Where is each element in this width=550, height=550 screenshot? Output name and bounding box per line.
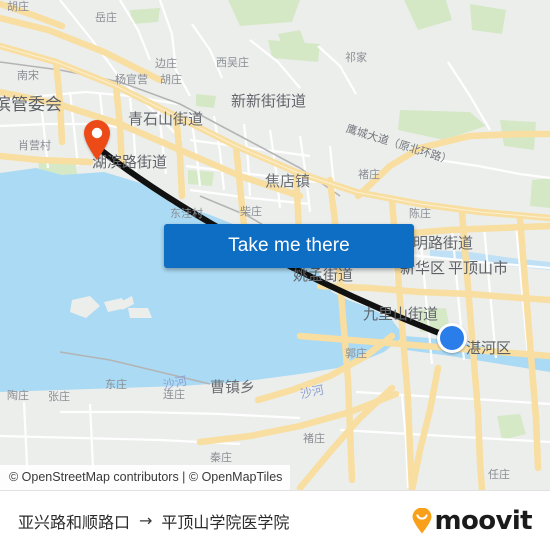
map-canvas[interactable]: 岳庄 胡庄 边庄 西吴庄 祁家 杨官营 胡庄 南宋 新新街街道 滨管委会 青石山街道 肖营村 湖滨路街道…	[0, 0, 550, 490]
destination-map-dot-icon[interactable]	[437, 323, 467, 353]
route-arrow-icon: →	[139, 511, 153, 530]
origin-map-pin-icon[interactable]	[82, 119, 112, 161]
moovit-wordmark: moovit	[434, 505, 532, 536]
dot-core	[440, 326, 464, 350]
route-summary: 亚兴路和顺路口 → 平顶山学院医学院	[18, 509, 289, 533]
footer-bar: 亚兴路和顺路口 → 平顶山学院医学院 moovit	[0, 490, 550, 550]
moovit-pin-icon	[411, 507, 433, 534]
map-attribution[interactable]: © OpenStreetMap contributors | © OpenMap…	[0, 465, 291, 490]
route-destination-label: 平顶山学院医学院	[161, 512, 290, 532]
moovit-logo[interactable]: moovit	[411, 505, 533, 536]
take-me-there-button[interactable]: Take me there	[164, 224, 414, 268]
moovit-route-map-screen: 岳庄 胡庄 边庄 西吴庄 祁家 杨官营 胡庄 南宋 新新街街道 滨管委会 青石山街道 肖营村 湖滨路街道…	[0, 0, 550, 550]
route-origin-label: 亚兴路和顺路口	[18, 512, 131, 532]
